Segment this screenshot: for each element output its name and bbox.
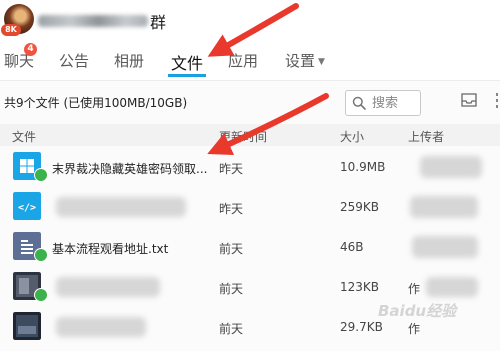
file-uploader: 作 — [408, 282, 421, 296]
code-file-icon: </> — [13, 192, 41, 220]
synced-check-icon — [34, 248, 48, 262]
column-uploader[interactable]: 上传者 — [408, 128, 444, 145]
level-badge: 8K — [1, 24, 21, 36]
file-date: 前天 — [219, 322, 244, 336]
file-date: 前天 — [219, 282, 244, 296]
file-count-summary: 共9个文件 (已使用100MB/10GB) — [4, 96, 188, 110]
search-icon — [352, 96, 366, 110]
file-row[interactable]: 末界裁决隐藏英雄密码领取... 昨天 10.9MB — [0, 148, 500, 186]
file-name-blurred — [56, 277, 160, 297]
tab-settings-label: 设置 — [285, 52, 316, 70]
file-name-blurred — [56, 197, 186, 217]
file-table-header: 文件 更新时间 大小 上传者 — [0, 124, 500, 146]
file-name-blurred — [56, 317, 146, 337]
unread-badge: 4 — [24, 43, 37, 56]
search-input[interactable] — [372, 94, 418, 112]
uploader-blurred — [410, 196, 478, 218]
file-row[interactable]: </> 昨天 259KB — [0, 188, 500, 226]
file-date: 前天 — [219, 242, 244, 256]
file-name[interactable]: 末界裁决隐藏英雄密码领取... — [52, 160, 207, 177]
group-name-blurred — [38, 15, 148, 27]
file-size: 259KB — [340, 200, 380, 214]
group-header: 8K 群 聊天 公告 相册 文件 应用 设置 ▼ 4 — [0, 0, 500, 80]
file-size: 123KB — [340, 280, 380, 294]
chevron-down-icon: ▼ — [318, 56, 325, 67]
file-size: 10.9MB — [340, 160, 386, 174]
svg-text:</>: </> — [18, 203, 36, 214]
tab-apps[interactable]: 应用 — [228, 50, 258, 71]
file-size: 29.7KB — [340, 320, 383, 334]
file-date: 昨天 — [219, 162, 244, 176]
file-uploader: 作 — [408, 322, 421, 336]
column-modified[interactable]: 更新时间 — [219, 128, 267, 145]
file-date: 昨天 — [219, 202, 244, 216]
search-box[interactable] — [345, 90, 421, 116]
tab-settings[interactable]: 设置 ▼ — [285, 50, 325, 71]
synced-check-icon — [34, 168, 48, 182]
tab-album[interactable]: 相册 — [114, 50, 144, 71]
inbox-icon[interactable] — [460, 92, 478, 108]
column-size[interactable]: 大小 — [340, 128, 364, 145]
files-toolbar: 共9个文件 (已使用100MB/10GB) — [0, 80, 500, 122]
tab-announcement[interactable]: 公告 — [59, 50, 89, 71]
watermark: Baidu经验 — [378, 302, 457, 320]
uploader-blurred — [420, 156, 482, 178]
column-file[interactable]: 文件 — [12, 128, 36, 145]
file-row[interactable]: 基本流程观看地址.txt 前天 46B — [0, 228, 500, 266]
group-name: 群 — [38, 9, 178, 33]
file-name[interactable]: 基本流程观看地址.txt — [52, 240, 168, 257]
tab-files[interactable]: 文件 — [171, 50, 203, 74]
file-size: 46B — [340, 240, 364, 254]
group-name-suffix: 群 — [150, 13, 167, 32]
uploader-blurred — [412, 236, 478, 258]
synced-check-icon — [34, 288, 48, 302]
image-file-icon — [13, 312, 41, 340]
uploader-blurred — [426, 277, 478, 297]
group-tabs: 聊天 公告 相册 文件 应用 设置 ▼ — [0, 44, 500, 76]
more-icon[interactable] — [494, 92, 500, 110]
active-tab-indicator — [168, 74, 206, 77]
